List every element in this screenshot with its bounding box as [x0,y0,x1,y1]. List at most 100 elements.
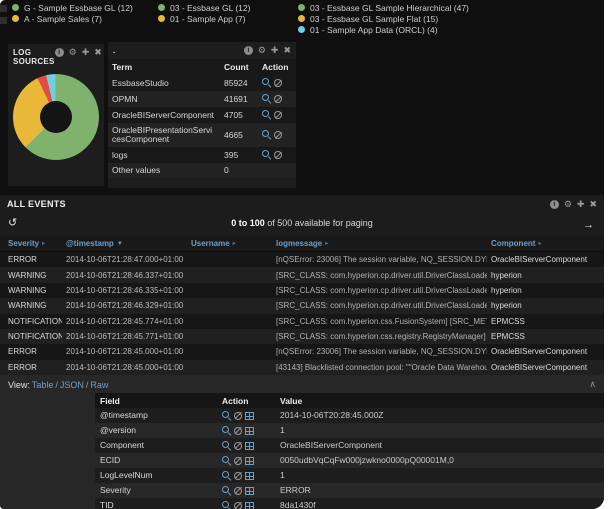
term-row[interactable]: logs 395 [108,147,296,163]
col-header-username[interactable]: Username▸ [187,236,272,252]
paging-text: 0 to 100 of 500 available for paging [0,218,604,228]
event-row[interactable]: WARNING 2014-10-06T21:28:46.337+01:00 [S… [0,267,604,282]
filter-include-icon[interactable] [262,78,272,88]
filter-include-icon[interactable] [262,150,272,160]
term-row[interactable]: OPMN 41691 [108,91,296,107]
event-message: [SRC_CLASS: com.hyperion.cp.driver.util.… [272,283,487,298]
toggle-column-icon[interactable] [245,442,254,450]
filter-include-icon[interactable] [222,411,232,421]
toggle-column-icon[interactable] [245,457,254,465]
event-row[interactable]: ERROR 2014-10-06T21:28:45.000+01:00 [431… [0,360,604,375]
filter-exclude-icon[interactable] [234,412,242,420]
event-row[interactable]: ERROR 2014-10-06T21:28:47.000+01:00 [nQS… [0,252,604,268]
filter-include-icon[interactable] [222,456,232,466]
legend-swatch [158,15,165,22]
filter-include-icon[interactable] [222,501,232,509]
detail-row[interactable]: Component OracleBIServerComponent [95,438,604,453]
filter-exclude-icon[interactable] [274,131,282,139]
collapse-chevron-icon[interactable]: ∧ [589,379,596,390]
next-page-icon[interactable]: → [583,219,594,231]
col-header-logmessage[interactable]: logmessage▸ [272,236,487,252]
term-count: 4705 [220,107,258,123]
gear-icon[interactable]: ⚙ [69,48,77,57]
detail-row[interactable]: LogLevelNum 1 [95,468,604,483]
filter-exclude-icon[interactable] [234,457,242,465]
legend-item[interactable]: A - Sample Sales (7) [12,13,133,24]
event-row[interactable]: ERROR 2014-10-06T21:28:45.000+01:00 [nQS… [0,344,604,359]
term-row[interactable]: EssbaseStudio 85924 [108,75,296,91]
toggle-column-icon[interactable] [245,427,254,435]
all-events-panel: ALL EVENTS i ⚙ ✚ ✖ ↺ 0 to 100 of 500 ava… [0,195,604,509]
filter-include-icon[interactable] [222,441,232,451]
move-icon[interactable]: ✚ [577,200,585,209]
filter-include-icon[interactable] [262,130,272,140]
filter-exclude-icon[interactable] [234,472,242,480]
filter-include-icon[interactable] [222,486,232,496]
panel-title: LOG SOURCES [13,48,55,66]
info-icon[interactable]: i [550,200,559,209]
filter-include-icon[interactable] [222,471,232,481]
legend-item[interactable]: G - Sample Essbase GL (12) [12,2,133,13]
view-tab-table[interactable]: Table [32,380,54,390]
toggle-column-icon[interactable] [245,502,254,509]
filter-exclude-icon[interactable] [274,151,282,159]
info-icon[interactable]: i [55,48,64,57]
detail-value: 2014-10-06T20:28:45.000Z [275,408,604,423]
filter-exclude-icon[interactable] [234,487,242,495]
detail-row[interactable]: Severity ERROR [95,483,604,498]
event-username [187,314,272,329]
move-icon[interactable]: ✚ [271,46,279,55]
filter-exclude-icon[interactable] [234,427,242,435]
close-icon[interactable]: ✖ [283,46,291,55]
col-header-component[interactable]: Component▸ [487,236,604,252]
detail-row[interactable]: ECID 0050udbVqCqFw000jzwkno0000pQ00001M,… [95,453,604,468]
detail-row[interactable]: TID 8da1430f [95,498,604,509]
legend-item[interactable]: 01 - Sample App Data (ORCL) (4) [298,24,469,35]
log-sources-donut[interactable] [13,74,99,160]
term-row[interactable]: Other values 0 [108,163,296,178]
term-count: 0 [220,163,258,178]
event-message: [nQSError: 23006] The session variable, … [272,344,487,359]
info-icon[interactable]: i [244,46,253,55]
legend-item[interactable]: 01 - Sample App (7) [158,13,250,24]
close-icon[interactable]: ✖ [94,48,102,57]
filter-include-icon[interactable] [262,110,272,120]
col-header-severity[interactable]: Severity▸ [0,236,62,252]
event-row[interactable]: WARNING 2014-10-06T21:28:46.329+01:00 [S… [0,298,604,313]
view-tab-raw[interactable]: Raw [90,380,108,390]
legend-swatch [12,15,19,22]
filter-include-icon[interactable] [262,94,272,104]
filter-exclude-icon[interactable] [234,442,242,450]
term-name: OPMN [108,91,220,107]
toggle-column-icon[interactable] [245,487,254,495]
legend-item[interactable]: 03 - Essbase GL (12) [158,2,250,13]
legend-swatch [158,4,165,11]
terms-col-action: Action [258,59,296,75]
close-icon[interactable]: ✖ [589,200,597,209]
legend-item[interactable]: 03 - Essbase GL Sample Flat (15) [298,13,469,24]
toggle-column-icon[interactable] [245,412,254,420]
toggle-column-icon[interactable] [245,472,254,480]
filter-exclude-icon[interactable] [274,111,282,119]
filter-exclude-icon[interactable] [234,502,242,509]
event-row[interactable]: WARNING 2014-10-06T21:28:46.335+01:00 [S… [0,283,604,298]
detail-row[interactable]: @timestamp 2014-10-06T20:28:45.000Z [95,408,604,423]
legend-item[interactable]: 03 - Essbase GL Sample Hierarchical (47) [298,2,469,13]
event-row[interactable]: NOTIFICATION 2014-10-06T21:28:45.774+01:… [0,314,604,329]
filter-exclude-icon[interactable] [274,79,282,87]
view-separator: / [55,380,58,390]
term-row[interactable]: OracleBIPresentationServicesComponent 46… [108,123,296,147]
filter-exclude-icon[interactable] [274,95,282,103]
legend-swatch [12,4,19,11]
event-row[interactable]: NOTIFICATION 2014-10-06T21:28:45.771+01:… [0,329,604,344]
gear-icon[interactable]: ⚙ [258,46,266,55]
detail-row[interactable]: @version 1 [95,423,604,438]
col-header-timestamp[interactable]: @timestamp▼ [62,236,187,252]
sort-icon: ▸ [42,241,45,247]
filter-include-icon[interactable] [222,426,232,436]
term-row[interactable]: OracleBIServerComponent 4705 [108,107,296,123]
view-tab-json[interactable]: JSON [60,380,84,390]
gear-icon[interactable]: ⚙ [564,200,572,209]
event-username [187,252,272,268]
move-icon[interactable]: ✚ [82,48,90,57]
